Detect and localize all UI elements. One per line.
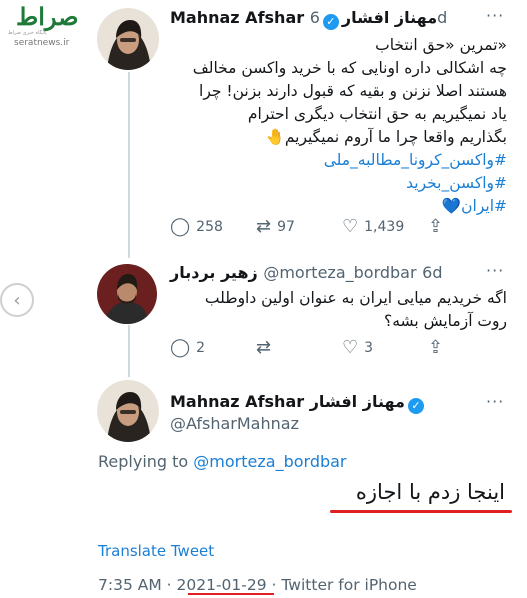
watermark-tagline: پایگاه خبری صراط — [8, 30, 47, 36]
retweet-count: 97 — [277, 218, 295, 235]
more-options-icon[interactable]: ··· — [486, 392, 504, 411]
share-icon: ⇪ — [428, 337, 444, 358]
more-options-icon[interactable]: ··· — [486, 261, 504, 280]
hashtag-link[interactable]: #ایران💙 — [107, 195, 507, 218]
replying-to-link[interactable]: @morteza_bordbar — [193, 452, 346, 471]
author-handle[interactable]: @AfsharMahnaz — [170, 414, 299, 433]
tweet-body: اگه خریدیم میایی ایران به عنوان اولین دا… — [107, 287, 507, 333]
tweet-line: روت آزمایش بشه؟ — [384, 312, 507, 330]
retweet-icon: ⇄ — [256, 337, 272, 358]
reply-button[interactable]: ◯ 2 — [170, 337, 256, 358]
author-name-fa: مهناز افشار — [309, 392, 405, 411]
reply-count: 258 — [196, 218, 223, 235]
author-name[interactable]: زهیر بردبار @morteza_bordbar 6d — [170, 263, 442, 282]
tweet-time: 6d — [422, 263, 443, 282]
highlight-underline — [330, 510, 512, 513]
tweet-line: چه اشکالی داره اونایی که با خرید واکسن م… — [192, 59, 507, 77]
meta-separator: · — [166, 576, 177, 594]
prev-button[interactable]: ‹ — [0, 283, 34, 317]
author-name-en: Mahnaz Afshar — [170, 8, 305, 27]
tweet-body: «تمرین «حق انتخاب چه اشکالی داره اونایی … — [107, 34, 507, 218]
author-name[interactable]: Mahnaz Afshar مهناز افشار ✓ — [170, 392, 427, 414]
more-options-icon[interactable]: ··· — [486, 6, 504, 25]
tweet-line: بگذاریم واقعا چرا ما آروم نمیگیریم🤚 — [265, 128, 507, 146]
author-name-fa: مهناز افشار — [341, 8, 438, 27]
tweet-line: اگه خریدیم میایی ایران به عنوان اولین دا… — [204, 289, 507, 307]
heart-icon: ♡ — [342, 337, 359, 358]
tweet-meta: 7:35 AM · 2021-01-29 · Twitter for iPhon… — [98, 576, 417, 594]
verified-badge-icon: ✓ — [322, 14, 339, 30]
watermark-site: seratnews.ir — [14, 38, 70, 48]
tweet-actions: ◯ 2 ⇄ ♡ 3 ⇪ — [170, 337, 449, 358]
reply-icon: ◯ — [170, 216, 191, 237]
reply-count: 2 — [196, 339, 206, 356]
author-name[interactable]: Mahnaz Afshar مهناز افشار✓6d — [170, 8, 447, 30]
tweet-actions: ◯ 258 ⇄ 97 ♡ 1,439 ⇪ — [170, 216, 449, 237]
replying-to-label: Replying to — [98, 452, 189, 471]
like-count: 1,439 — [364, 218, 405, 235]
verified-badge-icon: ✓ — [407, 398, 424, 414]
tweet-line: یاد نمیگیریم به حق انتخاب دیگری احترام — [247, 105, 507, 123]
chevron-left-icon: ‹ — [13, 289, 21, 311]
heart-icon: ♡ — [342, 216, 359, 237]
watermark-logo-text: صراط — [16, 2, 79, 31]
retweet-button[interactable]: ⇄ 97 — [256, 216, 342, 237]
tweet-line: «تمرین «حق انتخاب — [375, 36, 507, 54]
translate-tweet-link[interactable]: Translate Tweet — [98, 542, 214, 560]
avatar[interactable] — [97, 380, 159, 442]
author-name-en: Mahnaz Afshar — [170, 392, 305, 411]
tweet-date[interactable]: 2021-01-29 — [177, 576, 267, 594]
like-count: 3 — [364, 339, 374, 356]
like-button[interactable]: ♡ 3 — [342, 337, 428, 358]
date-highlight-underline — [188, 593, 274, 595]
watermark-logo: صراط پایگاه خبری صراط seratnews.ir — [6, 2, 98, 48]
reply-button[interactable]: ◯ 258 — [170, 216, 256, 237]
reply-icon: ◯ — [170, 337, 191, 358]
hashtag-link[interactable]: #واکسن_کرونا_مطالبه_ملی — [107, 149, 507, 172]
tweet-text: اینجا زدم با اجازه — [355, 480, 505, 504]
tweet-line: هستند اصلا نزنن و بقیه که قبول دارند بزن… — [199, 82, 507, 100]
author-handle: @morteza_bordbar — [263, 263, 417, 282]
meta-separator: · — [271, 576, 282, 594]
retweet-icon: ⇄ — [256, 216, 272, 237]
share-button[interactable]: ⇪ — [428, 216, 449, 237]
retweet-button[interactable]: ⇄ — [256, 337, 342, 358]
share-icon: ⇪ — [428, 216, 444, 237]
replying-to: Replying to @morteza_bordbar — [98, 452, 347, 471]
hashtag-link[interactable]: #واکسن_بخرید — [107, 172, 507, 195]
like-button[interactable]: ♡ 1,439 — [342, 216, 428, 237]
author-name-fa: زهیر بردبار — [170, 263, 258, 282]
share-button[interactable]: ⇪ — [428, 337, 449, 358]
tweet-time[interactable]: 7:35 AM — [98, 576, 162, 594]
tweet-source[interactable]: Twitter for iPhone — [281, 576, 416, 594]
